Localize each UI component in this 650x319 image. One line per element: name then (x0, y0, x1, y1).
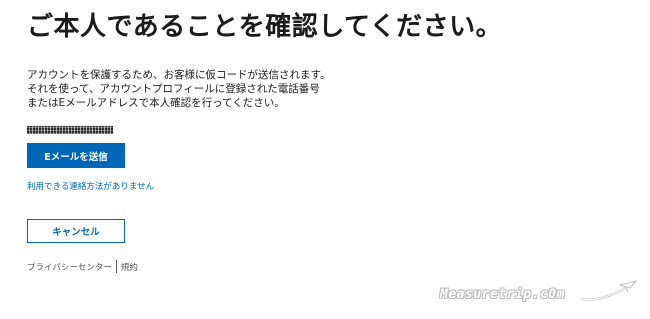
no-contact-methods-link[interactable]: 利用できる連絡方法がありません (27, 180, 154, 192)
description-line: またはEメールアドレスで本人確認を行ってください。 (27, 97, 285, 109)
verify-identity-page: ご本人であることを確認してください。 アカウントを保護するため、お客様に仮コード… (0, 0, 650, 319)
terms-link[interactable]: 規約 (121, 261, 138, 273)
airplane-swoosh-icon (580, 280, 638, 301)
masked-email-address (27, 126, 113, 134)
description-line: アカウントを保護するため、お客様に仮コードが送信されます。 (27, 69, 331, 81)
send-email-button[interactable]: Eメールを送信 (27, 143, 125, 168)
description: アカウントを保護するため、お客様に仮コードが送信されます。 それを使って、アカウ… (27, 68, 330, 110)
cancel-button[interactable]: キャンセル (27, 219, 125, 243)
page-title: ご本人であることを確認してください。 (27, 12, 503, 42)
watermark-text: Measuretrip.c0m (440, 287, 565, 302)
watermark: Measuretrip.c0m (440, 277, 640, 313)
privacy-center-link[interactable]: プライバシーセンター (27, 261, 112, 273)
footer: プライバシーセンター 規約 (27, 260, 138, 273)
footer-divider (115, 260, 117, 273)
description-line: それを使って、アカウントプロフィールに登録された電話番号 (27, 83, 320, 95)
